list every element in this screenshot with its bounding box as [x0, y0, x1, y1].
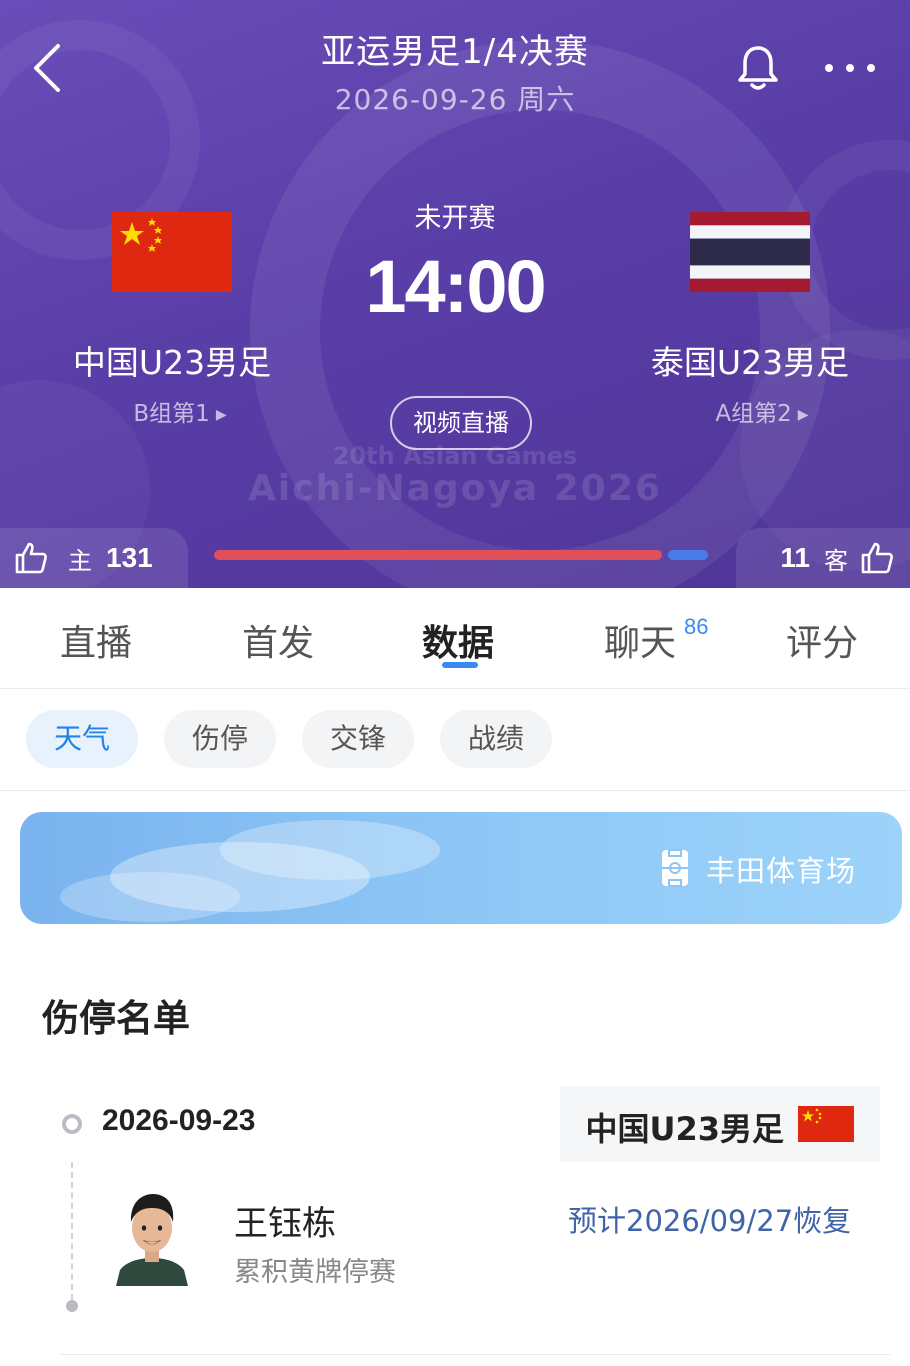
home-vote-button[interactable]: 主 131 — [0, 528, 188, 588]
home-team-name[interactable]: 中国U23男足 — [22, 336, 322, 384]
main-tabs: 直播 首发 数据 聊天 评分 — [0, 588, 910, 689]
tab-rating[interactable]: 评分 — [786, 614, 858, 666]
away-vote-label: 客 — [824, 546, 848, 575]
kickoff-time: 14:00 — [365, 245, 546, 328]
caret-right-icon: ▶ — [797, 406, 809, 423]
absence-reason: 累积黄牌停赛 — [234, 1257, 396, 1288]
chip-weather[interactable]: 天气 — [26, 710, 138, 768]
injury-team-name: 中国U23男足 — [585, 1110, 784, 1148]
tab-data[interactable]: 数据 — [422, 614, 494, 666]
thumbs-up-icon — [861, 542, 893, 574]
away-group-standing[interactable]: A组第2 ▶ — [612, 394, 910, 428]
active-tab-indicator — [442, 662, 478, 668]
stadium-name: 丰田体育场 — [706, 854, 857, 888]
stadium-icon — [662, 849, 688, 887]
timeline-dot — [62, 1114, 82, 1134]
more-icon[interactable] — [820, 50, 880, 86]
player-avatar[interactable] — [112, 1186, 192, 1286]
games-watermark-line2: Aichi-Nagoya 2026 — [248, 468, 662, 509]
injury-date: 2026-09-23 — [102, 1104, 256, 1137]
home-group-label: B组第1 — [133, 401, 210, 427]
timeline-line — [71, 1162, 73, 1300]
cloud-decoration — [60, 872, 240, 922]
home-vote-label: 主 — [68, 546, 92, 575]
away-vote-count: 11 — [780, 542, 810, 573]
match-status: 未开赛 — [414, 203, 496, 234]
injury-team-tag: 中国U23男足 — [560, 1086, 880, 1162]
chip-injuries[interactable]: 伤停 — [164, 710, 276, 768]
home-vote-count: 131 — [106, 542, 153, 573]
thumbs-up-icon — [15, 542, 47, 574]
away-group-label: A组第2 — [715, 401, 792, 427]
timeline-dot — [66, 1300, 78, 1312]
match-header: 亚运男足1/4决赛 2026-09-26 周六 未开赛 14:00 中国U23男… — [0, 0, 910, 588]
away-vote-bar — [668, 550, 708, 560]
expected-return: 预计2026/09/27恢复 — [568, 1204, 852, 1238]
chip-head-to-head[interactable]: 交锋 — [302, 710, 414, 768]
divider — [60, 1354, 890, 1355]
bell-icon[interactable] — [736, 44, 780, 92]
tab-chat[interactable]: 聊天 — [604, 614, 676, 666]
home-group-standing[interactable]: B组第1 ▶ — [30, 394, 330, 428]
away-team-name[interactable]: 泰国U23男足 — [600, 336, 900, 384]
home-vote-bar — [214, 550, 662, 560]
caret-right-icon: ▶ — [215, 406, 227, 423]
chip-record[interactable]: 战绩 — [440, 710, 552, 768]
away-vote-button[interactable]: 11 客 — [736, 528, 910, 588]
weather-banner: 丰田体育场 — [20, 812, 902, 924]
tab-live[interactable]: 直播 — [60, 614, 132, 666]
cloud-decoration — [220, 820, 440, 880]
injury-section-title: 伤停名单 — [42, 997, 190, 1040]
tab-lineup[interactable]: 首发 — [242, 614, 314, 666]
chat-count-badge: 86 — [684, 614, 709, 639]
player-name[interactable]: 王钰栋 — [234, 1196, 336, 1245]
games-watermark-line1: 20th Asian Games — [332, 442, 578, 470]
data-subtabs: 天气 伤停 交锋 战绩 — [0, 688, 910, 791]
china-flag-icon — [798, 1106, 854, 1142]
